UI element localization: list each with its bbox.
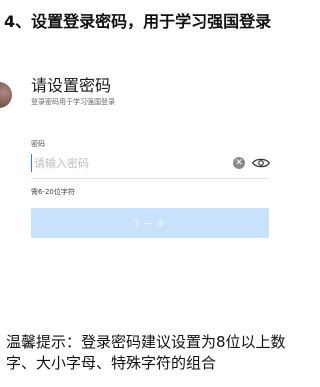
password-field-row: ✕ bbox=[31, 150, 270, 179]
tip-text: 温馨提示：登录密码建议设置为8位以上数字、大小字母、特殊字符的组合 bbox=[6, 333, 286, 372]
next-button[interactable]: 下一步 bbox=[31, 208, 269, 238]
password-label: 密码 bbox=[31, 140, 45, 148]
avatar bbox=[0, 82, 12, 108]
page-title: 请设置密码 bbox=[31, 76, 112, 95]
eye-icon[interactable] bbox=[252, 155, 270, 171]
instruction-heading: 4、设置登录密码，用于学习强国登录 bbox=[4, 12, 272, 31]
page-subtitle: 登录密码用于学习强国登录 bbox=[31, 98, 115, 106]
clear-icon[interactable]: ✕ bbox=[233, 157, 245, 169]
password-hint: 需6-20位字符 bbox=[31, 188, 75, 196]
password-input[interactable] bbox=[31, 154, 224, 172]
